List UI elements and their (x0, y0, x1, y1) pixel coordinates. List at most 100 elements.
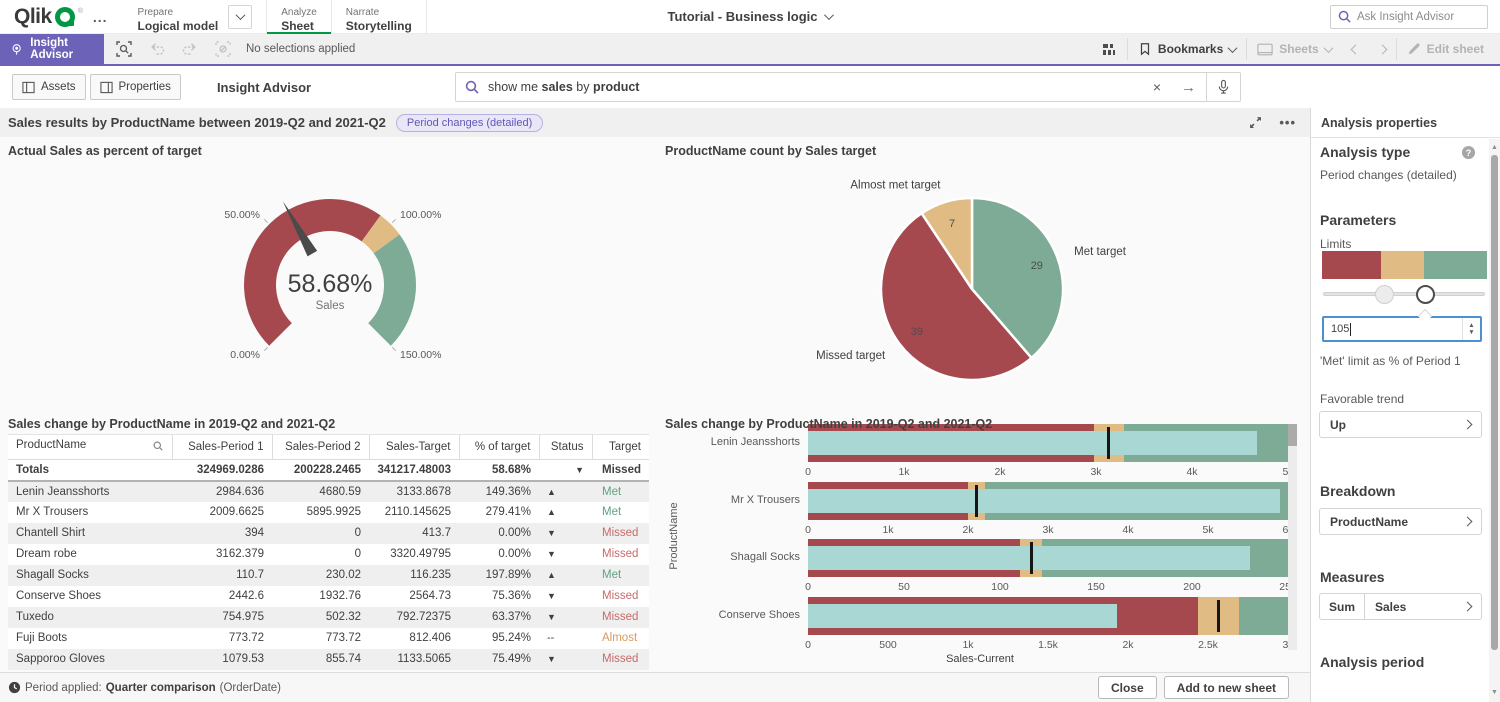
axis-tick-label: 3k (1090, 466, 1101, 478)
value-cell: 1079.53 (172, 649, 272, 670)
limits-slider-handle-high[interactable] (1416, 285, 1435, 304)
bullet-value-bar[interactable] (808, 431, 1257, 455)
limit-zone-met (1424, 251, 1487, 279)
column-header[interactable]: Status (539, 435, 592, 460)
bullet-value-bar[interactable] (808, 604, 1117, 628)
scrollbar-thumb[interactable] (1288, 424, 1297, 446)
qlik-logo[interactable]: Qlik ® (14, 5, 83, 29)
limit-zone-almost (1381, 251, 1424, 279)
value-cell: 197.89% (459, 565, 539, 586)
add-to-new-sheet-button[interactable]: Add to new sheet (1164, 676, 1289, 699)
submit-query-icon[interactable]: → (1171, 79, 1206, 96)
tab-label: Logical model (138, 19, 219, 34)
global-search-input[interactable] (1357, 11, 1475, 23)
voice-input-button[interactable] (1207, 79, 1240, 95)
period-field: (OrderDate) (220, 682, 281, 694)
bullet-target-marker (975, 485, 978, 517)
table-row[interactable]: Fuji Boots773.72773.72812.40695.24%--Alm… (8, 628, 649, 649)
selections-search-button[interactable] (111, 37, 137, 61)
analysis-properties-panel: Analysis properties Analysis type ? Peri… (1310, 108, 1500, 702)
limits-slider-track[interactable] (1323, 292, 1485, 296)
product-name-cell: Chantell Shirt (8, 523, 172, 544)
qlik-q-icon (55, 7, 75, 27)
axis-tick-label: 1k (898, 466, 909, 478)
grid-icon (1101, 41, 1117, 57)
bookmarks-button[interactable]: Bookmarks (1128, 34, 1246, 64)
table-row[interactable]: Conserve Shoes2442.61932.762564.7375.36%… (8, 586, 649, 607)
advisor-query-box[interactable]: show me sales by product × → (455, 72, 1241, 102)
chart-scrollbar[interactable] (1288, 424, 1297, 650)
column-header[interactable]: ProductName (8, 435, 172, 460)
chart-menu-icon[interactable]: ••• (1279, 115, 1296, 130)
favorable-trend-button[interactable]: Up (1319, 411, 1482, 438)
limits-color-band (1322, 251, 1487, 279)
insight-advisor-button[interactable]: Insight Advisor (0, 34, 104, 64)
table-totals-row[interactable]: Totals324969.0286200228.2465341217.48003… (8, 460, 649, 481)
axis-tick-label: 500 (879, 639, 897, 651)
measure-aggregation-button[interactable]: Sum (1319, 593, 1365, 620)
help-icon[interactable]: ? (1461, 145, 1476, 160)
gauge-segment (379, 244, 400, 335)
column-header[interactable]: Sales-Period 2 (272, 435, 369, 460)
table-row[interactable]: Lenin Jeansshorts2984.6364680.593133.867… (8, 481, 649, 502)
tab-prepare[interactable]: Prepare Logical model (124, 0, 267, 34)
table-row[interactable]: Sapporoo Gloves1079.53855.741133.506575.… (8, 649, 649, 670)
app-bar: Qlik ® ... Prepare Logical model Analyze… (0, 0, 1500, 34)
scrollbar-thumb[interactable] (1491, 155, 1498, 650)
column-header[interactable]: Sales-Period 1 (172, 435, 272, 460)
column-header[interactable]: Target (592, 435, 649, 460)
app-title-menu[interactable]: Tutorial - Business logic (667, 9, 832, 24)
value-cell: 1133.5065 (369, 649, 459, 670)
scroll-up-icon[interactable]: ▲ (1489, 141, 1500, 153)
properties-button[interactable]: Properties (90, 74, 181, 100)
table-row[interactable]: Chantell Shirt3940413.70.00%▼Missed (8, 523, 649, 544)
gauge-tick-label: 50.00% (224, 209, 260, 221)
table-row[interactable]: Tuxedo754.975502.32792.7237563.37%▼Misse… (8, 607, 649, 628)
step-up-icon[interactable]: ▲ (1468, 322, 1474, 329)
bullet-chart-title: Sales change by ProductName in 2019-Q2 a… (665, 417, 992, 431)
close-button[interactable]: Close (1098, 676, 1157, 699)
table-row[interactable]: Shagall Socks110.7230.02116.235197.89%▲M… (8, 565, 649, 586)
y-axis-title: ProductName (668, 486, 680, 586)
clear-selections-button (210, 37, 236, 61)
status-cell: ▲ (539, 502, 592, 523)
stepper-buttons[interactable]: ▲▼ (1462, 318, 1480, 340)
limits-slider-handle-low[interactable] (1375, 285, 1394, 304)
breakdown-value: ProductName (1330, 515, 1408, 529)
column-header[interactable]: % of target (459, 435, 539, 460)
axis-tick-label: 4k (1186, 466, 1197, 478)
previous-sheet-button (1342, 34, 1369, 64)
scroll-down-icon[interactable]: ▼ (1489, 686, 1500, 698)
axis-tick-label: 5k (1202, 524, 1213, 536)
bullet-value-bar[interactable] (808, 489, 1280, 513)
more-menu-icon[interactable]: ... (93, 9, 108, 25)
table-row[interactable]: Mr X Trousers2009.66255895.99252110.1456… (8, 502, 649, 523)
value-cell: 5895.9925 (272, 502, 369, 523)
value-cell: 855.74 (272, 649, 369, 670)
table-row[interactable]: Dream robe3162.37903320.497950.00%▼Misse… (8, 544, 649, 565)
tab-analyze[interactable]: Analyze Sheet (267, 0, 331, 34)
value-cell: 63.37% (459, 607, 539, 628)
panel-scrollbar[interactable]: ▲ ▼ (1489, 139, 1500, 702)
analysis-type-value: Period changes (detailed) (1320, 168, 1457, 182)
global-search-box[interactable] (1330, 5, 1488, 29)
expand-icon[interactable] (1248, 115, 1263, 130)
x-axis-title: Sales-Current (946, 653, 1014, 665)
axis-tick-label: 150 (1087, 581, 1105, 593)
column-search-icon[interactable] (152, 440, 164, 455)
measure-field-button[interactable]: Sales (1364, 593, 1482, 620)
clear-query-icon[interactable]: × (1143, 79, 1171, 95)
product-name-cell: Lenin Jeansshorts (8, 481, 172, 502)
tab-narrate[interactable]: Narrate Storytelling (332, 0, 426, 34)
value-cell: 58.68% (459, 460, 539, 481)
column-header[interactable]: Sales-Target (369, 435, 459, 460)
assets-button[interactable]: Assets (12, 74, 86, 100)
prepare-dropdown-button[interactable] (228, 5, 252, 29)
selection-toolbar: Insight Advisor No sele (0, 34, 1500, 66)
step-down-icon[interactable]: ▼ (1468, 329, 1474, 336)
kpi-table-container: Sales change by ProductName in 2019-Q2 a… (0, 410, 660, 672)
app-objects-button[interactable] (1091, 34, 1127, 64)
breakdown-button[interactable]: ProductName (1319, 508, 1482, 535)
value-cell: 3320.49795 (369, 544, 459, 565)
met-limit-input[interactable]: 105 ▲▼ (1322, 316, 1482, 342)
